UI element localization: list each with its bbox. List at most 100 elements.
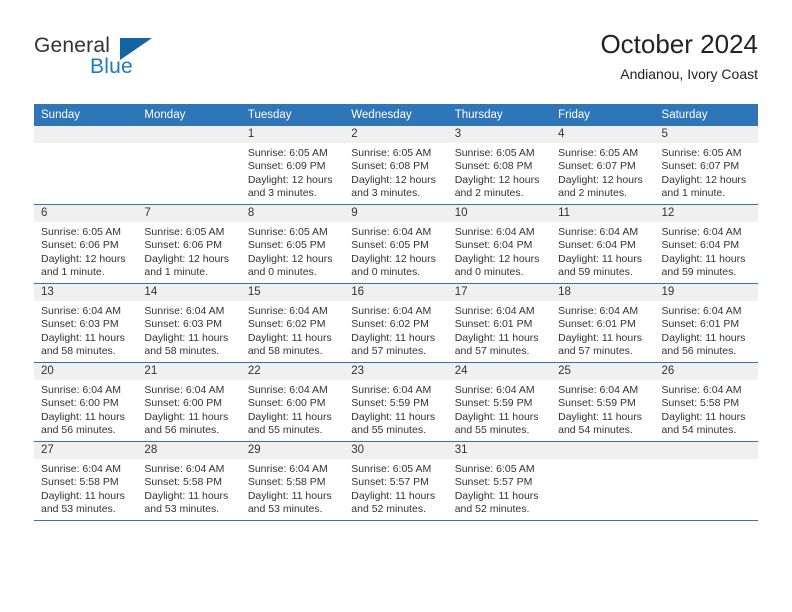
calendar-day-cell[interactable]: 26 Sunrise: 6:04 AM Sunset: 5:58 PM Dayligh… bbox=[654, 362, 758, 442]
sunset-text: Sunset: 5:57 PM bbox=[454, 476, 533, 489]
calendar-day-cell[interactable]: 11 Sunrise: 6:04 AM Sunset: 6:04 PM Dayligh… bbox=[551, 204, 655, 284]
sunset-text: Sunset: 6:08 PM bbox=[454, 160, 533, 173]
day-number: 1 bbox=[240, 126, 345, 143]
daylight-text-line2: and 53 minutes. bbox=[247, 502, 323, 515]
daylight-text-line1: Daylight: 11 hours bbox=[351, 331, 436, 344]
daylight-text-line1: Daylight: 12 hours bbox=[351, 252, 436, 265]
sunset-text: Sunset: 6:00 PM bbox=[247, 397, 326, 410]
sunset-text: Sunset: 6:08 PM bbox=[351, 160, 429, 173]
calendar-day-cell[interactable]: 25 Sunrise: 6:04 AM Sunset: 5:59 PM Dayligh… bbox=[551, 362, 655, 442]
general-blue-logo[interactable]: General Blue bbox=[34, 34, 254, 86]
day-number: 6 bbox=[34, 205, 138, 222]
sunrise-text: Sunrise: 6:04 AM bbox=[351, 384, 432, 396]
day-number: 13 bbox=[34, 284, 138, 301]
daylight-text-line1: Daylight: 11 hours bbox=[144, 410, 229, 423]
sunset-text: Sunset: 6:05 PM bbox=[247, 239, 326, 252]
calendar-day-cell[interactable]: 20 Sunrise: 6:04 AM Sunset: 6:00 PM Dayligh… bbox=[34, 362, 138, 442]
day-details: Sunrise: 6:05 AM Sunset: 6:07 PM Daylight:… bbox=[551, 143, 654, 200]
calendar-day-cell[interactable]: 30 Sunrise: 6:05 AM Sunset: 5:57 PM Dayligh… bbox=[344, 441, 448, 521]
calendar-day-cell[interactable]: 12 Sunrise: 6:04 AM Sunset: 6:04 PM Dayligh… bbox=[654, 204, 758, 284]
day-number: 14 bbox=[137, 284, 241, 301]
sunrise-text: Sunrise: 6:04 AM bbox=[661, 305, 742, 317]
daylight-text-line2: and 57 minutes. bbox=[351, 344, 426, 357]
daylight-text-line2: and 55 minutes. bbox=[247, 423, 323, 436]
calendar-day-cell[interactable]: 10 Sunrise: 6:04 AM Sunset: 6:04 PM Dayligh… bbox=[447, 204, 552, 284]
calendar-day-cell[interactable]: 3 Sunrise: 6:05 AM Sunset: 6:08 PM Daylight… bbox=[447, 126, 552, 205]
day-details: Sunrise: 6:04 AM Sunset: 6:04 PM Daylight:… bbox=[655, 222, 758, 279]
calendar-day-cell[interactable]: 18 Sunrise: 6:04 AM Sunset: 6:01 PM Dayligh… bbox=[551, 283, 655, 363]
calendar-day-cell[interactable]: 24 Sunrise: 6:04 AM Sunset: 5:59 PM Dayligh… bbox=[447, 362, 552, 442]
calendar-day-cell[interactable]: 17 Sunrise: 6:04 AM Sunset: 6:01 PM Dayligh… bbox=[447, 283, 552, 363]
daylight-text-line2: and 3 minutes. bbox=[351, 186, 421, 199]
sunrise-text: Sunrise: 6:04 AM bbox=[558, 305, 639, 317]
sunrise-text: Sunrise: 6:04 AM bbox=[41, 463, 121, 475]
daylight-text-line1: Daylight: 11 hours bbox=[41, 410, 125, 423]
daylight-text-line1: Daylight: 11 hours bbox=[351, 410, 436, 423]
calendar-day-cell[interactable]: 4 Sunrise: 6:05 AM Sunset: 6:07 PM Daylight… bbox=[551, 126, 655, 205]
daylight-text-line2: and 1 minute. bbox=[41, 265, 105, 278]
sunset-text: Sunset: 5:58 PM bbox=[144, 476, 223, 489]
sunrise-text: Sunrise: 6:05 AM bbox=[144, 226, 225, 238]
calendar-day-cell[interactable]: 5 Sunrise: 6:05 AM Sunset: 6:07 PM Daylight… bbox=[654, 126, 758, 205]
calendar-day-cell[interactable]: 8 Sunrise: 6:05 AM Sunset: 6:05 PM Daylight… bbox=[240, 204, 345, 284]
sunrise-text: Sunrise: 6:04 AM bbox=[247, 305, 328, 317]
daylight-text-line1: Daylight: 11 hours bbox=[558, 331, 642, 344]
sunrise-text: Sunrise: 6:05 AM bbox=[41, 226, 121, 238]
calendar-day-cell[interactable]: 28 Sunrise: 6:04 AM Sunset: 5:58 PM Dayligh… bbox=[137, 441, 241, 521]
calendar-day-cell[interactable]: 22 Sunrise: 6:04 AM Sunset: 6:00 PM Dayligh… bbox=[240, 362, 345, 442]
daylight-text-line1: Daylight: 11 hours bbox=[661, 331, 746, 344]
day-number: 19 bbox=[654, 284, 758, 301]
calendar-week-row: 27 Sunrise: 6:04 AM Sunset: 5:58 PM Dayligh… bbox=[34, 441, 758, 521]
calendar-day-cell-empty bbox=[34, 126, 138, 205]
calendar-day-cell[interactable]: 19 Sunrise: 6:04 AM Sunset: 6:01 PM Dayligh… bbox=[654, 283, 758, 363]
calendar-day-cell[interactable]: 21 Sunrise: 6:04 AM Sunset: 6:00 PM Dayligh… bbox=[137, 362, 241, 442]
calendar-day-cell[interactable]: 29 Sunrise: 6:04 AM Sunset: 5:58 PM Dayligh… bbox=[240, 441, 345, 521]
sunset-text: Sunset: 6:04 PM bbox=[558, 239, 636, 252]
sunset-text: Sunset: 6:02 PM bbox=[351, 318, 429, 331]
calendar-day-cell[interactable]: 15 Sunrise: 6:04 AM Sunset: 6:02 PM Dayligh… bbox=[240, 283, 345, 363]
sunrise-text: Sunrise: 6:05 AM bbox=[351, 147, 432, 159]
day-details: Sunrise: 6:04 AM Sunset: 5:59 PM Daylight:… bbox=[551, 380, 654, 437]
sunrise-text: Sunrise: 6:05 AM bbox=[247, 226, 328, 238]
sunrise-text: Sunrise: 6:04 AM bbox=[144, 305, 225, 317]
sunrise-text: Sunrise: 6:04 AM bbox=[144, 463, 225, 475]
sunrise-text: Sunrise: 6:05 AM bbox=[351, 463, 432, 475]
day-details: Sunrise: 6:05 AM Sunset: 6:08 PM Daylight:… bbox=[448, 143, 551, 200]
calendar-day-cell[interactable]: 7 Sunrise: 6:05 AM Sunset: 6:06 PM Daylight… bbox=[137, 204, 241, 284]
sunrise-text: Sunrise: 6:04 AM bbox=[144, 384, 225, 396]
day-details: Sunrise: 6:05 AM Sunset: 6:09 PM Daylight:… bbox=[241, 143, 344, 200]
calendar-day-cell[interactable]: 23 Sunrise: 6:04 AM Sunset: 5:59 PM Dayligh… bbox=[344, 362, 448, 442]
daylight-text-line1: Daylight: 11 hours bbox=[558, 252, 642, 265]
calendar-day-cell[interactable]: 14 Sunrise: 6:04 AM Sunset: 6:03 PM Dayligh… bbox=[137, 283, 241, 363]
sunrise-text: Sunrise: 6:05 AM bbox=[558, 147, 639, 159]
daylight-text-line1: Daylight: 11 hours bbox=[247, 489, 332, 502]
calendar-day-cell[interactable]: 27 Sunrise: 6:04 AM Sunset: 5:58 PM Dayligh… bbox=[34, 441, 138, 521]
daylight-text-line1: Daylight: 11 hours bbox=[661, 410, 746, 423]
sunrise-text: Sunrise: 6:04 AM bbox=[247, 463, 328, 475]
sunset-text: Sunset: 6:06 PM bbox=[144, 239, 223, 252]
calendar-day-cell[interactable]: 2 Sunrise: 6:05 AM Sunset: 6:08 PM Daylight… bbox=[344, 126, 448, 205]
sunset-text: Sunset: 6:00 PM bbox=[41, 397, 119, 410]
day-number: 11 bbox=[551, 205, 655, 222]
sunrise-text: Sunrise: 6:04 AM bbox=[351, 305, 432, 317]
daylight-text-line1: Daylight: 11 hours bbox=[144, 331, 229, 344]
calendar-day-cell[interactable]: 13 Sunrise: 6:04 AM Sunset: 6:03 PM Dayligh… bbox=[34, 283, 138, 363]
daylight-text-line1: Daylight: 11 hours bbox=[454, 410, 539, 423]
day-number: 10 bbox=[447, 205, 552, 222]
weekday-header-monday: Monday bbox=[137, 104, 241, 126]
calendar-day-cell[interactable]: 9 Sunrise: 6:04 AM Sunset: 6:05 PM Daylight… bbox=[344, 204, 448, 284]
calendar-day-cell[interactable]: 6 Sunrise: 6:05 AM Sunset: 6:06 PM Daylight… bbox=[34, 204, 138, 284]
calendar-day-cell[interactable]: 1 Sunrise: 6:05 AM Sunset: 6:09 PM Daylight… bbox=[240, 126, 345, 205]
weekday-header-saturday: Saturday bbox=[654, 104, 758, 126]
daylight-text-line1: Daylight: 11 hours bbox=[144, 489, 229, 502]
calendar-day-cell-empty bbox=[137, 126, 241, 205]
day-number: 24 bbox=[447, 363, 552, 380]
calendar-day-cell[interactable]: 16 Sunrise: 6:04 AM Sunset: 6:02 PM Dayligh… bbox=[344, 283, 448, 363]
daylight-text-line1: Daylight: 11 hours bbox=[454, 489, 539, 502]
sunset-text: Sunset: 6:06 PM bbox=[41, 239, 119, 252]
sunset-text: Sunset: 6:02 PM bbox=[247, 318, 326, 331]
daylight-text-line2: and 0 minutes. bbox=[351, 265, 421, 278]
sunset-text: Sunset: 6:05 PM bbox=[351, 239, 429, 252]
calendar-day-cell[interactable]: 31 Sunrise: 6:05 AM Sunset: 5:57 PM Dayligh… bbox=[447, 441, 552, 521]
sunset-text: Sunset: 5:59 PM bbox=[558, 397, 636, 410]
